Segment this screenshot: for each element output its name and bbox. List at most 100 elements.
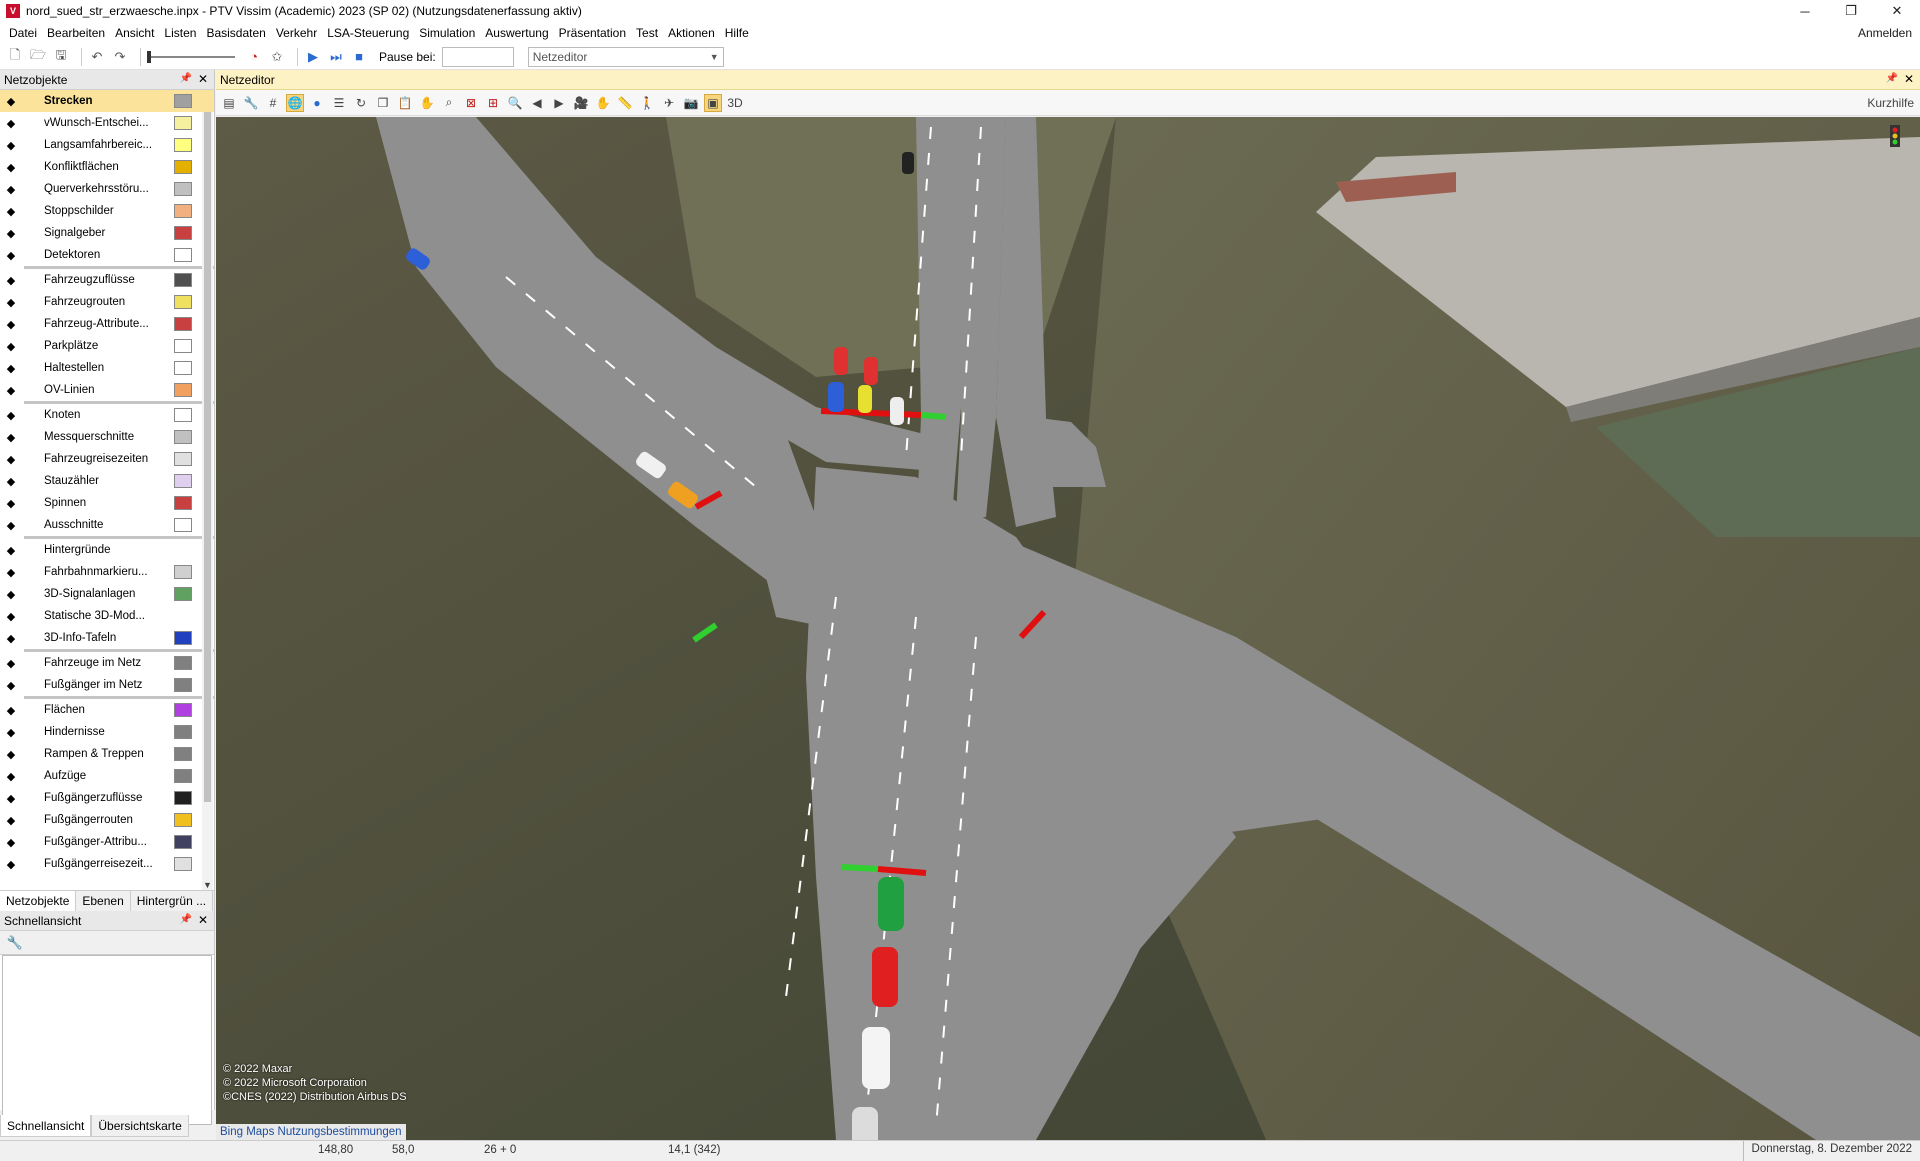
tab-ebenen[interactable]: Ebenen: [76, 891, 131, 911]
zoom-in-icon[interactable]: ⊞: [484, 94, 502, 112]
login-link[interactable]: Anmelden: [1858, 22, 1912, 44]
menu-datei[interactable]: Datei: [4, 22, 42, 44]
netobject-row[interactable]: ◆ Fußgänger im Netz: [0, 674, 214, 696]
netobject-color-swatch[interactable]: [174, 656, 192, 670]
zoom-out-icon[interactable]: 🔍: [506, 94, 524, 112]
netobject-row[interactable]: ◆ Hintergründe: [0, 539, 214, 561]
close-icon[interactable]: ✕: [1904, 72, 1914, 86]
refresh-icon[interactable]: ↻: [352, 94, 370, 112]
quick-help-link[interactable]: Kurzhilfe: [1867, 90, 1914, 116]
netobject-color-swatch[interactable]: [174, 248, 192, 262]
netobject-color-swatch[interactable]: [174, 339, 192, 353]
netobject-color-swatch[interactable]: [174, 160, 192, 174]
tab-schnellansicht[interactable]: Schnellansicht: [0, 1115, 92, 1137]
netobject-row[interactable]: ◆ Fahrbahnmarkieru...: [0, 561, 214, 583]
netobject-color-swatch[interactable]: [174, 94, 192, 108]
rotate-hand-icon[interactable]: ✋: [594, 94, 612, 112]
netobject-row[interactable]: ◆ vWunsch-Entschei...: [0, 112, 214, 134]
tab-hintergruende[interactable]: Hintergrün ...: [131, 891, 214, 911]
netobject-color-swatch[interactable]: [174, 430, 192, 444]
netobject-row[interactable]: ◆ Strecken: [0, 90, 214, 112]
netobject-row[interactable]: ◆ Fußgänger-Attribu...: [0, 831, 214, 853]
slider-thumb[interactable]: [147, 50, 151, 63]
pause-input[interactable]: [441, 46, 514, 67]
walker-icon[interactable]: 🚶: [638, 94, 656, 112]
menu-bearbeiten[interactable]: Bearbeiten: [42, 22, 110, 44]
tab-uebersichtskarte[interactable]: Übersichtskarte: [91, 1115, 189, 1137]
netobject-color-swatch[interactable]: [174, 565, 192, 579]
pin-icon[interactable]: 📌: [180, 73, 192, 84]
close-button[interactable]: ✕: [1874, 0, 1920, 22]
netobject-color-swatch[interactable]: [174, 361, 192, 375]
netobject-row[interactable]: ◆ Hindernisse: [0, 721, 214, 743]
list-icon[interactable]: ☰: [330, 94, 348, 112]
paste-icon[interactable]: 📋: [396, 94, 414, 112]
close-icon[interactable]: ✕: [198, 72, 208, 86]
netobject-row[interactable]: ◆ Konfliktflächen: [0, 156, 214, 178]
speedometer-icon[interactable]: ◔: [245, 48, 263, 66]
netobject-color-swatch[interactable]: [174, 226, 192, 240]
netobject-row[interactable]: ◆ Haltestellen: [0, 357, 214, 379]
editor-mode-select[interactable]: Netzeditor ▼: [527, 46, 724, 67]
maximize-button[interactable]: ❐: [1828, 0, 1874, 22]
save-icon[interactable]: 🖫: [52, 47, 70, 66]
netobject-color-swatch[interactable]: [174, 408, 192, 422]
open-folder-icon[interactable]: 🗁: [29, 47, 47, 66]
star-icon[interactable]: ✩: [268, 48, 286, 66]
netobject-color-swatch[interactable]: [174, 747, 192, 761]
netobject-color-swatch[interactable]: [174, 273, 192, 287]
3d-settings-icon[interactable]: 3D: [726, 94, 744, 112]
menu-simulation[interactable]: Simulation: [414, 22, 480, 44]
stop-icon[interactable]: ■: [350, 48, 368, 66]
camera-icon[interactable]: 🎥: [572, 94, 590, 112]
netobject-color-swatch[interactable]: [174, 496, 192, 510]
netobject-color-swatch[interactable]: [174, 116, 192, 130]
netobject-color-swatch[interactable]: [174, 703, 192, 717]
netobject-color-swatch[interactable]: [174, 678, 192, 692]
grid-icon[interactable]: #: [264, 94, 282, 112]
bing-terms-link[interactable]: Bing Maps Nutzungsbestimmungen: [216, 1124, 406, 1140]
simulation-speed-slider[interactable]: [147, 50, 235, 63]
pin-icon[interactable]: 📌: [180, 914, 192, 925]
display-options-icon[interactable]: ▤: [220, 94, 238, 112]
arrow-right-icon[interactable]: ▶: [550, 94, 568, 112]
netobject-row[interactable]: ◆ Querverkehrsstöru...: [0, 178, 214, 200]
netobject-row[interactable]: ◆ Fahrzeugrouten: [0, 291, 214, 313]
new-file-icon[interactable]: 🗋: [6, 47, 24, 66]
pin-icon[interactable]: 📌: [1886, 73, 1898, 84]
netobject-row[interactable]: ◆ Fahrzeugreisezeiten: [0, 448, 214, 470]
menu-praesentation[interactable]: Präsentation: [554, 22, 631, 44]
netobject-row[interactable]: ◆ Spinnen: [0, 492, 214, 514]
netobject-color-swatch[interactable]: [174, 383, 192, 397]
menu-verkehr[interactable]: Verkehr: [271, 22, 322, 44]
menu-hilfe[interactable]: Hilfe: [720, 22, 754, 44]
close-icon[interactable]: ✕: [198, 913, 208, 927]
netobject-row[interactable]: ◆ Fahrzeugzuflüsse: [0, 269, 214, 291]
netobject-color-swatch[interactable]: [174, 182, 192, 196]
wrench-icon[interactable]: 🔧: [6, 934, 24, 952]
wrench-icon[interactable]: 🔧: [242, 94, 260, 112]
map-view[interactable]: © 2022 Maxar © 2022 Microsoft Corporatio…: [216, 117, 1920, 1140]
menu-ansicht[interactable]: Ansicht: [110, 22, 159, 44]
netobject-row[interactable]: ◆ Messquerschnitte: [0, 426, 214, 448]
3d-mode-icon[interactable]: ▣: [704, 93, 722, 112]
netobject-color-swatch[interactable]: [174, 138, 192, 152]
netobject-color-swatch[interactable]: [174, 317, 192, 331]
netobject-color-swatch[interactable]: [174, 725, 192, 739]
netobject-row[interactable]: ◆ Detektoren: [0, 244, 214, 266]
netobject-color-swatch[interactable]: [174, 452, 192, 466]
netobject-row[interactable]: ◆ Flächen: [0, 699, 214, 721]
zoom-all-icon[interactable]: ⊠: [462, 94, 480, 112]
netobject-color-swatch[interactable]: [174, 835, 192, 849]
netobject-color-swatch[interactable]: [174, 791, 192, 805]
globe-icon[interactable]: 🌐: [286, 93, 304, 112]
netobject-color-swatch[interactable]: [174, 769, 192, 783]
menu-auswertung[interactable]: Auswertung: [480, 22, 553, 44]
netobject-row[interactable]: ◆ Parkplätze: [0, 335, 214, 357]
flight-icon[interactable]: ✈: [660, 94, 678, 112]
arrow-left-icon[interactable]: ◀: [528, 94, 546, 112]
tab-netzobjekte[interactable]: Netzobjekte: [0, 891, 77, 911]
menu-listen[interactable]: Listen: [159, 22, 201, 44]
play-icon[interactable]: ▶: [304, 48, 322, 66]
netobject-color-swatch[interactable]: [174, 813, 192, 827]
